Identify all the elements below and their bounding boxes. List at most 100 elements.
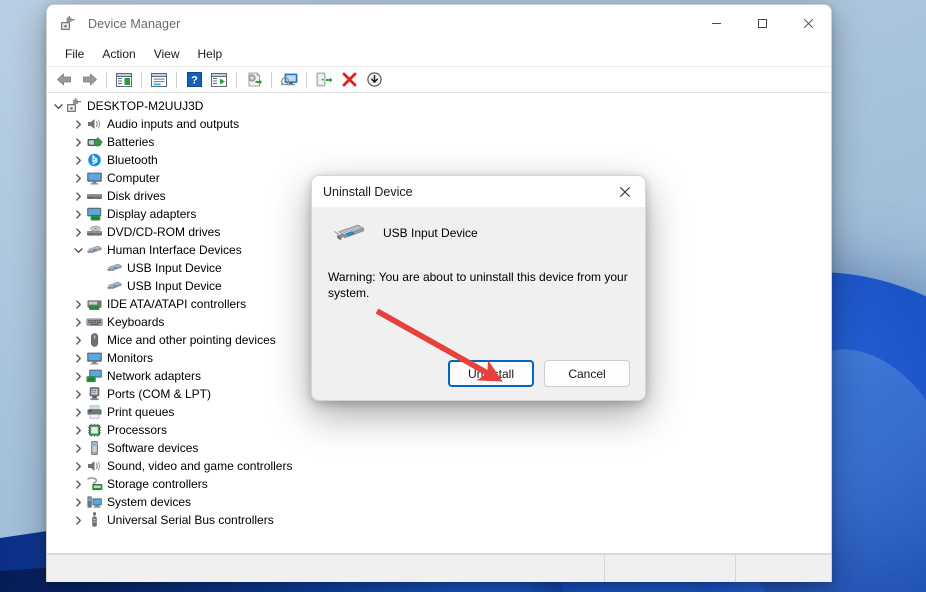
minimize-button[interactable] [693,5,739,42]
tree-item[interactable]: Universal Serial Bus controllers [47,511,831,529]
back-icon[interactable] [52,69,76,91]
chevron-right-icon[interactable] [71,205,86,223]
menu-view[interactable]: View [145,45,189,63]
chevron-right-icon[interactable] [71,187,86,205]
tree-item-label: Disk drives [107,190,166,202]
dialog-titlebar: Uninstall Device [312,176,645,207]
monitor-icon [86,170,103,186]
toolbar-separator [106,72,107,88]
display-adapter-icon [86,206,103,222]
chevron-down-icon[interactable] [71,241,86,259]
tree-item-label: Software devices [107,442,198,454]
speaker-icon [86,116,103,132]
tree-item-label: IDE ATA/ATAPI controllers [107,298,246,310]
window-titlebar: Device Manager [47,5,831,42]
speaker-icon [86,458,103,474]
tree-item[interactable]: Storage controllers [47,475,831,493]
chevron-right-icon[interactable] [71,403,86,421]
help-icon[interactable]: ? [182,69,206,91]
tree-item[interactable]: Batteries [47,133,831,151]
system-device-icon [86,494,103,510]
tree-item[interactable]: Print queues [47,403,831,421]
port-icon [86,386,103,402]
computer-icon [66,98,83,114]
hid-icon [86,242,103,258]
toolbar-separator [271,72,272,88]
tree-item-label: Batteries [107,136,154,148]
optical-drive-icon [86,224,103,240]
svg-text:?: ? [191,75,198,87]
menu-help[interactable]: Help [189,45,232,63]
tree-item-label: Monitors [107,352,153,364]
chevron-right-icon[interactable] [71,457,86,475]
update-driver-icon[interactable] [242,69,266,91]
chevron-right-icon[interactable] [71,169,86,187]
chevron-right-icon[interactable] [71,331,86,349]
chevron-right-icon[interactable] [71,133,86,151]
close-button[interactable] [785,5,831,42]
enable-device-icon[interactable] [312,69,336,91]
disable-device-icon[interactable] [362,69,386,91]
tree-root-label: DESKTOP-M2UUJ3D [87,100,203,112]
printer-icon [86,404,103,420]
tree-item[interactable]: Sound, video and game controllers [47,457,831,475]
chevron-right-icon[interactable] [71,385,86,403]
tree-item[interactable]: Processors [47,421,831,439]
tree-item-label: Human Interface Devices [107,244,242,256]
tree-item-label: Keyboards [107,316,164,328]
device-manager-icon [60,16,76,32]
statusbar [47,554,831,582]
disk-drive-icon [86,188,103,204]
chevron-right-icon[interactable] [71,349,86,367]
tree-item-label: Computer [107,172,160,184]
cancel-button[interactable]: Cancel [544,360,630,387]
tree-item[interactable]: Audio inputs and outputs [47,115,831,133]
tree-root-node[interactable]: DESKTOP-M2UUJ3D [47,97,831,115]
chevron-right-icon[interactable] [71,439,86,457]
menu-file[interactable]: File [56,45,93,63]
statusbar-panel-2 [605,555,736,582]
dialog-button-row: Uninstall Cancel [448,360,630,387]
dialog-close-button[interactable] [605,176,645,207]
tree-item-label: USB Input Device [127,262,222,274]
chevron-down-icon[interactable] [51,97,66,115]
ide-controller-icon [86,296,103,312]
properties-icon[interactable] [147,69,171,91]
tree-item-label: Mice and other pointing devices [107,334,276,346]
chevron-right-icon[interactable] [71,313,86,331]
dialog-device-row: USB Input Device [328,221,629,245]
chevron-right-icon[interactable] [71,511,86,529]
dialog-body: USB Input Device Warning: You are about … [312,207,645,400]
chevron-right-icon[interactable] [71,295,86,313]
tree-item-label: Processors [107,424,167,436]
uninstall-button[interactable]: Uninstall [448,360,534,387]
uninstall-device-dialog: Uninstall Device [311,175,646,401]
chevron-right-icon[interactable] [71,493,86,511]
storage-controller-icon [86,476,103,492]
tree-item-label: Storage controllers [107,478,208,490]
chevron-right-icon[interactable] [71,421,86,439]
chevron-right-icon[interactable] [71,367,86,385]
chevron-right-icon[interactable] [71,151,86,169]
forward-icon[interactable] [77,69,101,91]
scan-for-hardware-changes-icon[interactable] [207,69,231,91]
tree-item[interactable]: System devices [47,493,831,511]
toolbar-separator [236,72,237,88]
dialog-title: Uninstall Device [323,185,413,199]
uninstall-device-icon[interactable] [337,69,361,91]
tree-item[interactable]: Bluetooth [47,151,831,169]
tree-item-label: Ports (COM & LPT) [107,388,211,400]
tree-item-label: DVD/CD-ROM drives [107,226,220,238]
chevron-right-icon[interactable] [71,223,86,241]
chevron-right-icon[interactable] [71,475,86,493]
view-devices-by-connection-icon[interactable] [277,69,301,91]
chevron-right-icon[interactable] [71,115,86,133]
maximize-button[interactable] [739,5,785,42]
dialog-warning-text: Warning: You are about to uninstall this… [328,269,629,301]
mouse-icon [86,332,103,348]
tree-item-label: Sound, video and game controllers [107,460,292,472]
show-hide-console-tree-icon[interactable] [112,69,136,91]
processor-icon [86,422,103,438]
tree-item[interactable]: Software devices [47,439,831,457]
menu-action[interactable]: Action [93,45,144,63]
